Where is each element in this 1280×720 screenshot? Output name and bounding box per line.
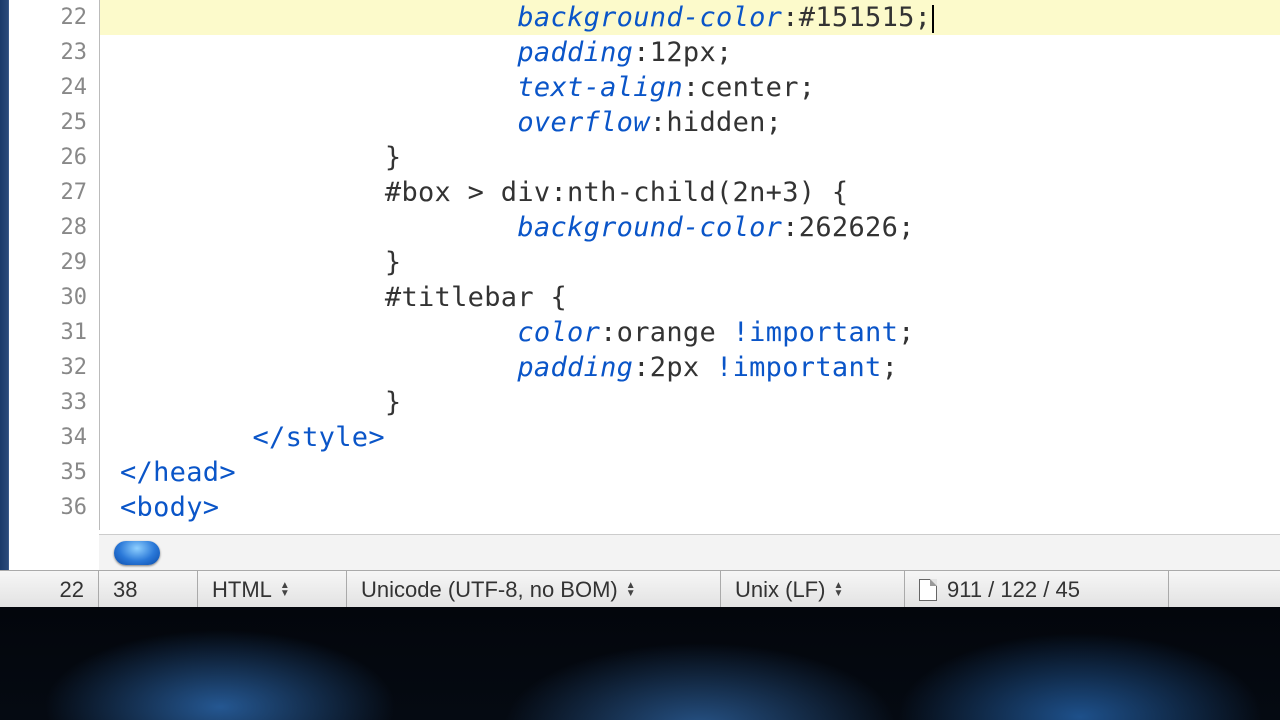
code-line[interactable]: padding:2px !important; [100,350,1280,385]
line-number: 32 [9,350,99,385]
line-number: 31 [9,315,99,350]
status-document-stats[interactable]: 911 / 122 / 45 [905,571,1169,608]
line-number: 26 [9,140,99,175]
code-line[interactable]: } [100,385,1280,420]
status-spacer [1169,571,1280,608]
line-number: 22 [9,0,99,35]
line-number: 35 [9,455,99,490]
status-stats-value: 911 / 122 / 45 [947,577,1080,603]
line-number-gutter[interactable]: 222324252627282930313233343536 [9,0,100,530]
code-line[interactable]: <body> [100,490,1280,525]
status-column-value: 38 [113,577,137,603]
status-line-endings-value: Unix (LF) [735,577,825,603]
stepper-arrows-icon: ▲▼ [280,582,290,598]
status-encoding-select[interactable]: Unicode (UTF-8, no BOM) ▲▼ [347,571,721,608]
code-line[interactable]: #titlebar { [100,280,1280,315]
text-cursor [932,5,934,33]
code-line[interactable]: } [100,245,1280,280]
status-line-endings-select[interactable]: Unix (LF) ▲▼ [721,571,905,608]
line-number: 28 [9,210,99,245]
stepper-arrows-icon: ▲▼ [833,582,843,598]
code-line[interactable]: text-align:center; [100,70,1280,105]
code-line[interactable]: </head> [100,455,1280,490]
code-line[interactable]: } [100,140,1280,175]
line-number: 34 [9,420,99,455]
editor-region: 222324252627282930313233343536 backgroun… [0,0,1280,607]
code-line[interactable]: overflow:hidden; [100,105,1280,140]
horizontal-scrollbar-track[interactable] [99,534,1280,572]
document-icon [919,579,937,601]
line-number: 27 [9,175,99,210]
code-line[interactable]: background-color:262626; [100,210,1280,245]
code-line[interactable]: color:orange !important; [100,315,1280,350]
line-number: 24 [9,70,99,105]
status-bar: 22 38 HTML ▲▼ Unicode (UTF-8, no BOM) ▲▼… [0,570,1280,609]
status-language-select[interactable]: HTML ▲▼ [198,571,347,608]
stepper-arrows-icon: ▲▼ [626,582,636,598]
code-line[interactable]: padding:12px; [100,35,1280,70]
line-number: 25 [9,105,99,140]
status-encoding-value: Unicode (UTF-8, no BOM) [361,577,618,603]
desktop-background [0,607,1280,720]
line-number: 36 [9,490,99,525]
window-left-border [0,0,9,607]
line-number: 33 [9,385,99,420]
code-line[interactable]: #box > div:nth-child(2n+3) { [100,175,1280,210]
code-line[interactable]: </style> [100,420,1280,455]
status-language-value: HTML [212,577,272,603]
line-number: 23 [9,35,99,70]
code-line[interactable]: background-color:#151515; [100,0,1280,35]
status-line-number[interactable]: 22 [0,571,99,608]
status-line-value: 22 [60,577,84,603]
line-number: 29 [9,245,99,280]
status-column-number[interactable]: 38 [99,571,198,608]
code-area[interactable]: background-color:#151515; padding:12px; … [100,0,1280,530]
horizontal-scrollbar-thumb[interactable] [114,541,160,565]
line-number: 30 [9,280,99,315]
